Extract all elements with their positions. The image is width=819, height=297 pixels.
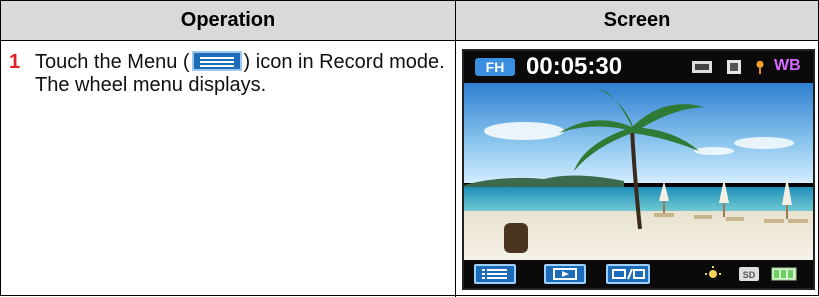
step-text-before: Touch the Menu ( — [35, 51, 190, 73]
camera-status-bar: FH 00:05:30 WB — [464, 51, 813, 83]
step-number: 1 — [9, 51, 21, 73]
stabilizer-icon — [727, 60, 741, 74]
menu-icon — [191, 51, 242, 71]
battery-icon — [771, 267, 797, 281]
quality-badge: FH — [475, 58, 515, 76]
flower-macro-icon — [756, 60, 764, 75]
screen-header: Screen — [603, 9, 671, 31]
playback-button[interactable] — [544, 264, 586, 284]
white-balance-label: WB — [774, 57, 801, 74]
sd-card-icon: SD — [739, 267, 759, 281]
operation-header: Operation — [180, 9, 276, 31]
playback-icon — [553, 268, 577, 280]
step-text: Touch the Menu () icon in Record mode. T… — [35, 51, 445, 97]
instruction-table: Operation Screen 1 Touch the Menu () ico… — [0, 0, 819, 297]
record-timer: 00:05:30 — [526, 53, 623, 80]
svg-text:SD: SD — [743, 270, 756, 280]
video-photo-switch-button[interactable] — [606, 264, 650, 284]
menu-icon — [482, 269, 507, 279]
column-divider — [455, 1, 456, 297]
camera-screen: FH 00:05:30 WB SD — [462, 49, 815, 290]
video-photo-switch-icon — [612, 268, 645, 280]
beach-scene-image — [464, 83, 813, 263]
camera-control-bar: SD — [464, 260, 813, 288]
menu-button[interactable] — [474, 264, 516, 284]
scene-mode-icon — [692, 61, 712, 73]
table-header-row: Operation Screen — [1, 1, 818, 41]
light-icon[interactable] — [702, 265, 724, 285]
